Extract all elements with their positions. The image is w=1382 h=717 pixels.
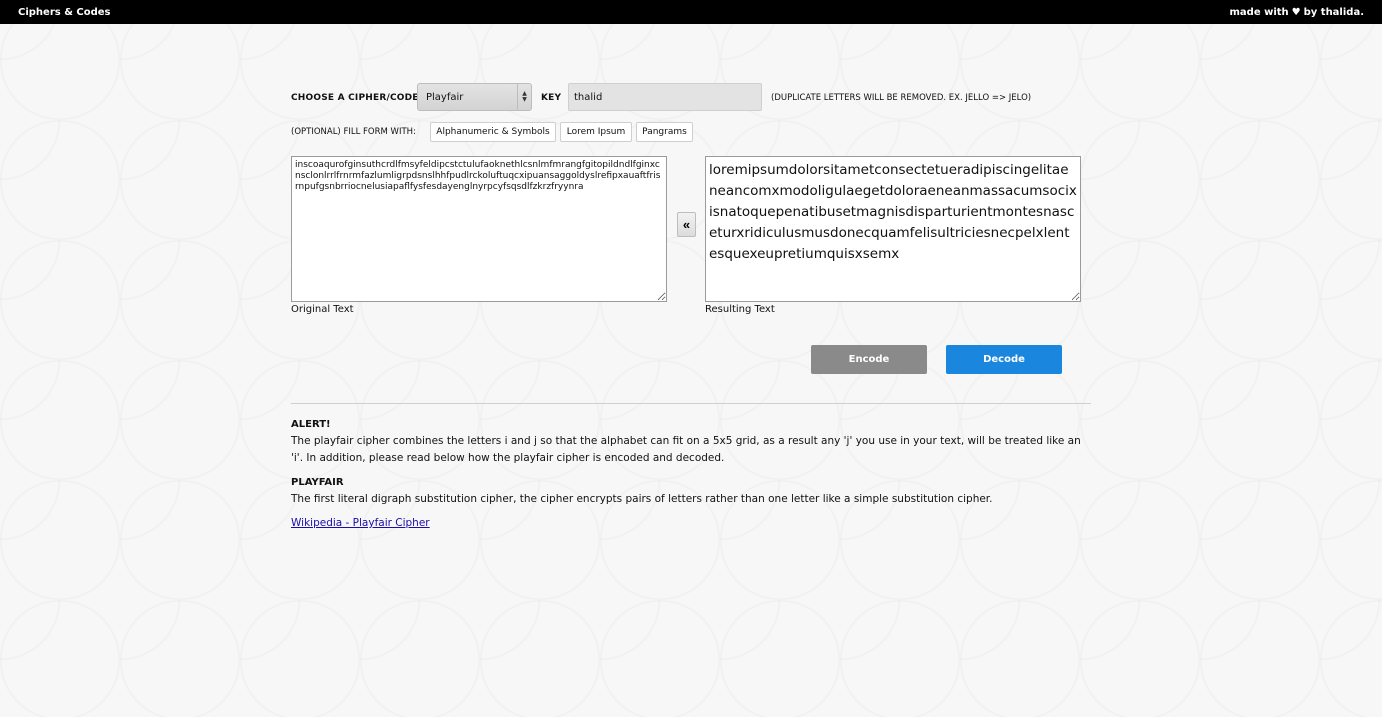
cipher-select-value: Playfair — [426, 91, 464, 103]
alert-title: ALERT! — [291, 419, 331, 430]
resulting-text-caption: Resulting Text — [705, 304, 775, 315]
fill-lorem-ipsum-button[interactable]: Lorem Ipsum — [560, 122, 632, 142]
playfair-section: PLAYFAIR The first literal digraph subst… — [291, 474, 1091, 508]
key-label: KEY — [541, 93, 562, 103]
fill-form-label: (OPTIONAL) FILL FORM WITH: — [291, 127, 416, 137]
playfair-title: PLAYFAIR — [291, 477, 344, 488]
fill-pangrams-button[interactable]: Pangrams — [636, 122, 693, 142]
choose-cipher-label: CHOOSE A CIPHER/CODE — [291, 93, 419, 103]
credit: made with ♥ by thalida. — [1230, 7, 1365, 18]
credit-suffix: by thalida. — [1303, 6, 1364, 18]
swap-text-button[interactable]: « — [677, 212, 696, 237]
fill-alphanumeric-button[interactable]: Alphanumeric & Symbols — [430, 122, 556, 142]
alert-body: The playfair cipher combines the letters… — [291, 435, 1081, 464]
decode-button[interactable]: Decode — [946, 345, 1062, 374]
encode-button[interactable]: Encode — [811, 345, 927, 374]
key-input[interactable] — [568, 83, 762, 111]
original-text-caption: Original Text — [291, 304, 354, 315]
duplicate-note: (DUPLICATE LETTERS WILL BE REMOVED. EX. … — [771, 93, 1032, 103]
resulting-text-output[interactable] — [705, 156, 1081, 302]
cipher-select[interactable]: Playfair ▲ ▼ — [417, 83, 532, 111]
alert-section: ALERT! The playfair cipher combines the … — [291, 416, 1091, 467]
wikipedia-link[interactable]: Wikipedia - Playfair Cipher — [291, 517, 430, 529]
section-divider — [291, 403, 1091, 404]
heart-icon: ♥ — [1291, 6, 1301, 18]
original-text-input[interactable] — [291, 156, 667, 302]
playfair-body: The first literal digraph substitution c… — [291, 493, 993, 505]
top-bar: Ciphers & Codes made with ♥ by thalida. — [0, 0, 1382, 24]
app-title: Ciphers & Codes — [18, 6, 111, 18]
select-arrows-icon: ▲ ▼ — [517, 84, 531, 110]
credit-prefix: made with — [1229, 6, 1289, 18]
